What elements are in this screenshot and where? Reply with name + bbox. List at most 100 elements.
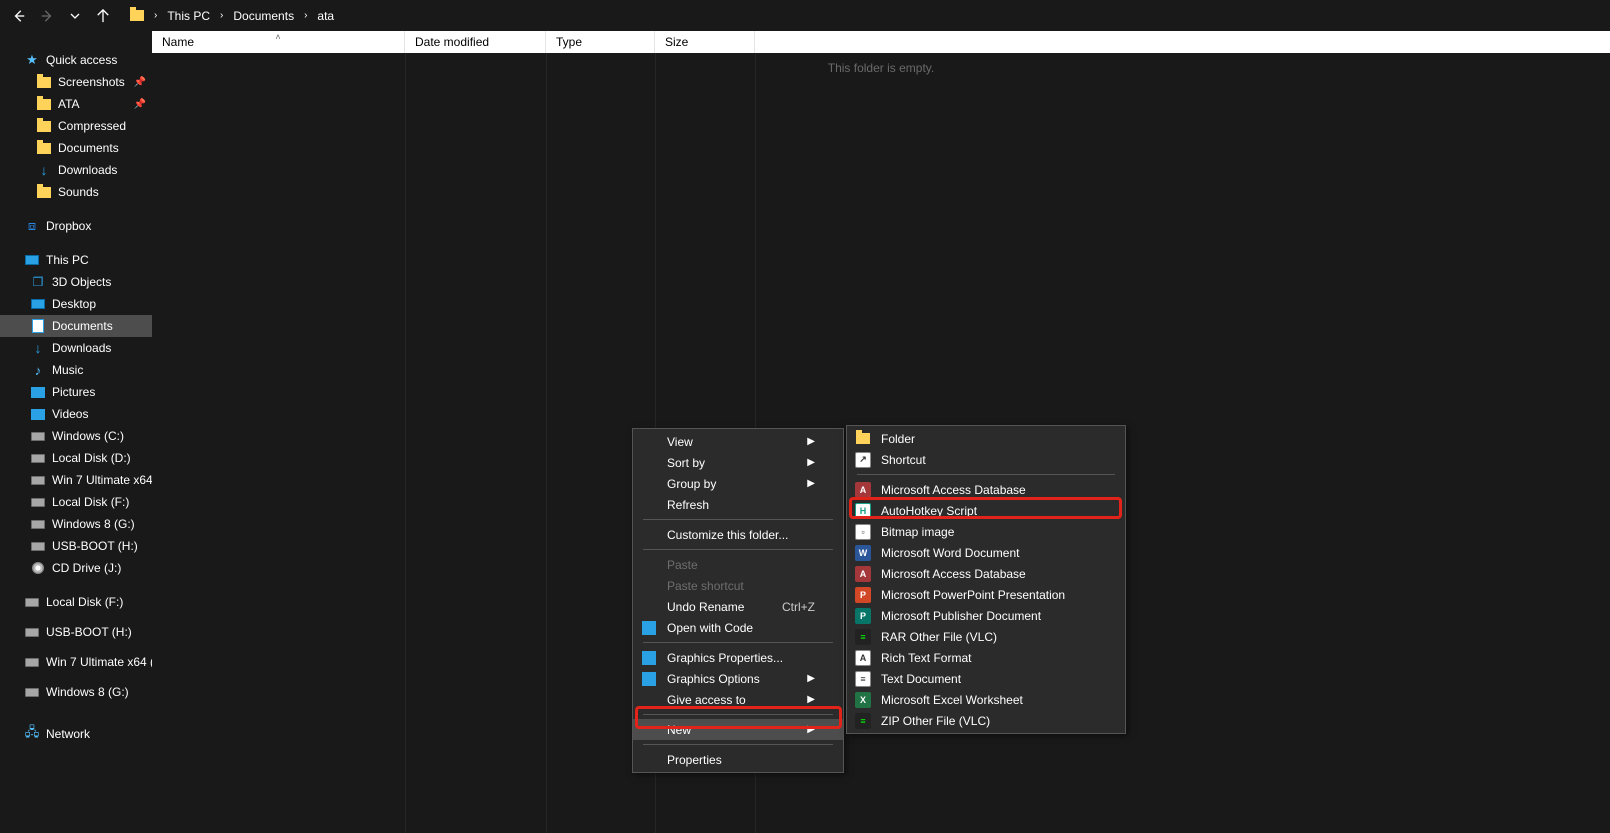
submenu-item[interactable]: ≡ZIP Other File (VLC) <box>847 710 1125 731</box>
tree-label: Win 7 Ultimate x64 (E:) <box>46 655 152 669</box>
tree-pc-item[interactable]: Local Disk (F:) <box>0 491 152 513</box>
link-icon: ↗ <box>855 452 871 468</box>
tree-label: Local Disk (F:) <box>46 595 123 609</box>
column-header: Name˄ Date modified Type Size <box>152 31 1610 53</box>
submenu-item[interactable]: ▫Bitmap image <box>847 521 1125 542</box>
tree-pc-item[interactable]: Pictures <box>0 381 152 403</box>
column-type[interactable]: Type <box>546 31 655 53</box>
menu-item[interactable]: Customize this folder... <box>633 524 843 545</box>
tree-label: Downloads <box>58 163 117 177</box>
tree-qa-item[interactable]: Compressed <box>0 115 152 137</box>
tree-qa-item[interactable]: Documents <box>0 137 152 159</box>
drive-icon <box>30 450 46 466</box>
tree-pc-item[interactable]: Windows (C:) <box>0 425 152 447</box>
menu-item[interactable]: Graphics Options ▶ <box>633 668 843 689</box>
chevron-right-icon: ▶ <box>807 673 815 684</box>
menu-label: Open with Code <box>667 621 815 635</box>
nav-forward-button[interactable] <box>34 4 60 28</box>
tree-label: USB-BOOT (H:) <box>46 625 132 639</box>
submenu-item[interactable]: ≡RAR Other File (VLC) <box>847 626 1125 647</box>
tree-pc-item[interactable]: ♪Music <box>0 359 152 381</box>
menu-item[interactable]: Graphics Properties... <box>633 647 843 668</box>
tree-label: Local Disk (D:) <box>52 451 131 465</box>
tree-label: ATA <box>58 97 80 111</box>
menu-item[interactable]: Group by▶ <box>633 473 843 494</box>
submenu-item[interactable]: AMicrosoft Access Database <box>847 479 1125 500</box>
tree-pc-item[interactable]: ❒3D Objects <box>0 271 152 293</box>
menu-label: New <box>667 723 797 737</box>
drive-icon <box>30 516 46 532</box>
menu-item[interactable]: Undo RenameCtrl+Z <box>633 596 843 617</box>
tree-pc-item[interactable]: Local Disk (D:) <box>0 447 152 469</box>
breadcrumb-segment[interactable]: ata <box>313 4 338 28</box>
context-submenu-new: Folder↗Shortcut AMicrosoft Access Databas… <box>846 425 1126 734</box>
menu-item[interactable]: Sort by▶ <box>633 452 843 473</box>
tree-pc-item[interactable]: CD Drive (J:) <box>0 557 152 579</box>
tree-pc-item[interactable]: Desktop <box>0 293 152 315</box>
rtf-icon: A <box>855 650 871 666</box>
tree-pc-item[interactable]: Videos <box>0 403 152 425</box>
menu-label: Microsoft Word Document <box>881 546 1097 560</box>
menu-separator <box>643 714 833 715</box>
menu-item[interactable]: Refresh <box>633 494 843 515</box>
menu-item[interactable]: Properties <box>633 749 843 770</box>
submenu-item[interactable]: XMicrosoft Excel Worksheet <box>847 689 1125 710</box>
arrow-left-icon <box>12 9 26 23</box>
tree-this-pc[interactable]: This PC <box>0 249 152 271</box>
drive-icon <box>24 594 40 610</box>
drive-icon <box>30 538 46 554</box>
tree-drive-item[interactable]: USB-BOOT (H:) <box>0 621 152 643</box>
chevron-right-icon: ▶ <box>807 457 815 468</box>
tree-pc-item[interactable]: ↓Downloads <box>0 337 152 359</box>
tree-qa-item[interactable]: Sounds <box>0 181 152 203</box>
nav-recent-button[interactable] <box>62 4 88 28</box>
menu-item[interactable]: View▶ <box>633 431 843 452</box>
menu-item[interactable]: Open with Code <box>633 617 843 638</box>
folder-icon <box>855 431 871 447</box>
tree-qa-item[interactable]: Screenshots📌 <box>0 71 152 93</box>
tree-label: Compressed <box>58 119 126 133</box>
tree-drive-item[interactable]: Windows 8 (G:) <box>0 681 152 703</box>
tree-qa-item[interactable]: ATA 📌 <box>0 93 152 115</box>
chevron-right-icon: › <box>216 10 227 21</box>
tree-drive-item[interactable]: Local Disk (F:) <box>0 591 152 613</box>
chevron-down-icon <box>70 11 80 21</box>
pc-icon <box>24 252 40 268</box>
tree-pc-item[interactable]: Windows 8 (G:) <box>0 513 152 535</box>
submenu-item[interactable]: AMicrosoft Access Database <box>847 563 1125 584</box>
nav-back-button[interactable] <box>6 4 32 28</box>
tree-qa-item[interactable]: ↓Downloads <box>0 159 152 181</box>
submenu-item[interactable]: ≡Text Document <box>847 668 1125 689</box>
xls-icon: X <box>855 692 871 708</box>
tree-quick-access[interactable]: ★Quick access <box>0 49 152 71</box>
menu-label: Rich Text Format <box>881 651 1097 665</box>
menu-item[interactable]: New▶ <box>633 719 843 740</box>
tree-label: Dropbox <box>46 219 91 233</box>
column-size[interactable]: Size <box>655 31 755 53</box>
submenu-item[interactable]: Folder <box>847 428 1125 449</box>
pin-icon: 📌 <box>134 99 146 110</box>
tree-dropbox[interactable]: ⧈Dropbox <box>0 215 152 237</box>
column-name[interactable]: Name˄ <box>152 31 405 53</box>
nav-up-button[interactable] <box>90 4 116 28</box>
tree-pc-item[interactable]: USB-BOOT (H:) <box>0 535 152 557</box>
submenu-item[interactable]: ↗Shortcut <box>847 449 1125 470</box>
tree-pc-item[interactable]: Win 7 Ultimate x64 <box>0 469 152 491</box>
submenu-item[interactable]: PMicrosoft Publisher Document <box>847 605 1125 626</box>
tree-pc-item[interactable]: Documents <box>0 315 152 337</box>
tree-network[interactable]: 🖧Network <box>0 723 152 745</box>
breadcrumb-segment[interactable]: Documents <box>229 4 298 28</box>
download-icon: ↓ <box>30 340 46 356</box>
blank-icon <box>641 455 657 471</box>
column-date-modified[interactable]: Date modified <box>405 31 546 53</box>
submenu-item[interactable]: PMicrosoft PowerPoint Presentation <box>847 584 1125 605</box>
submenu-item[interactable]: A Rich Text Format <box>847 647 1125 668</box>
tree-drive-item[interactable]: Win 7 Ultimate x64 (E:) <box>0 651 152 673</box>
menu-item[interactable]: Give access to▶ <box>633 689 843 710</box>
documents-icon <box>30 318 46 334</box>
submenu-item[interactable]: HAutoHotkey Script <box>847 500 1125 521</box>
column-label: Size <box>665 35 688 49</box>
breadcrumb-segment[interactable]: This PC <box>163 4 214 28</box>
menu-label: Graphics Options <box>667 672 797 686</box>
submenu-item[interactable]: WMicrosoft Word Document <box>847 542 1125 563</box>
